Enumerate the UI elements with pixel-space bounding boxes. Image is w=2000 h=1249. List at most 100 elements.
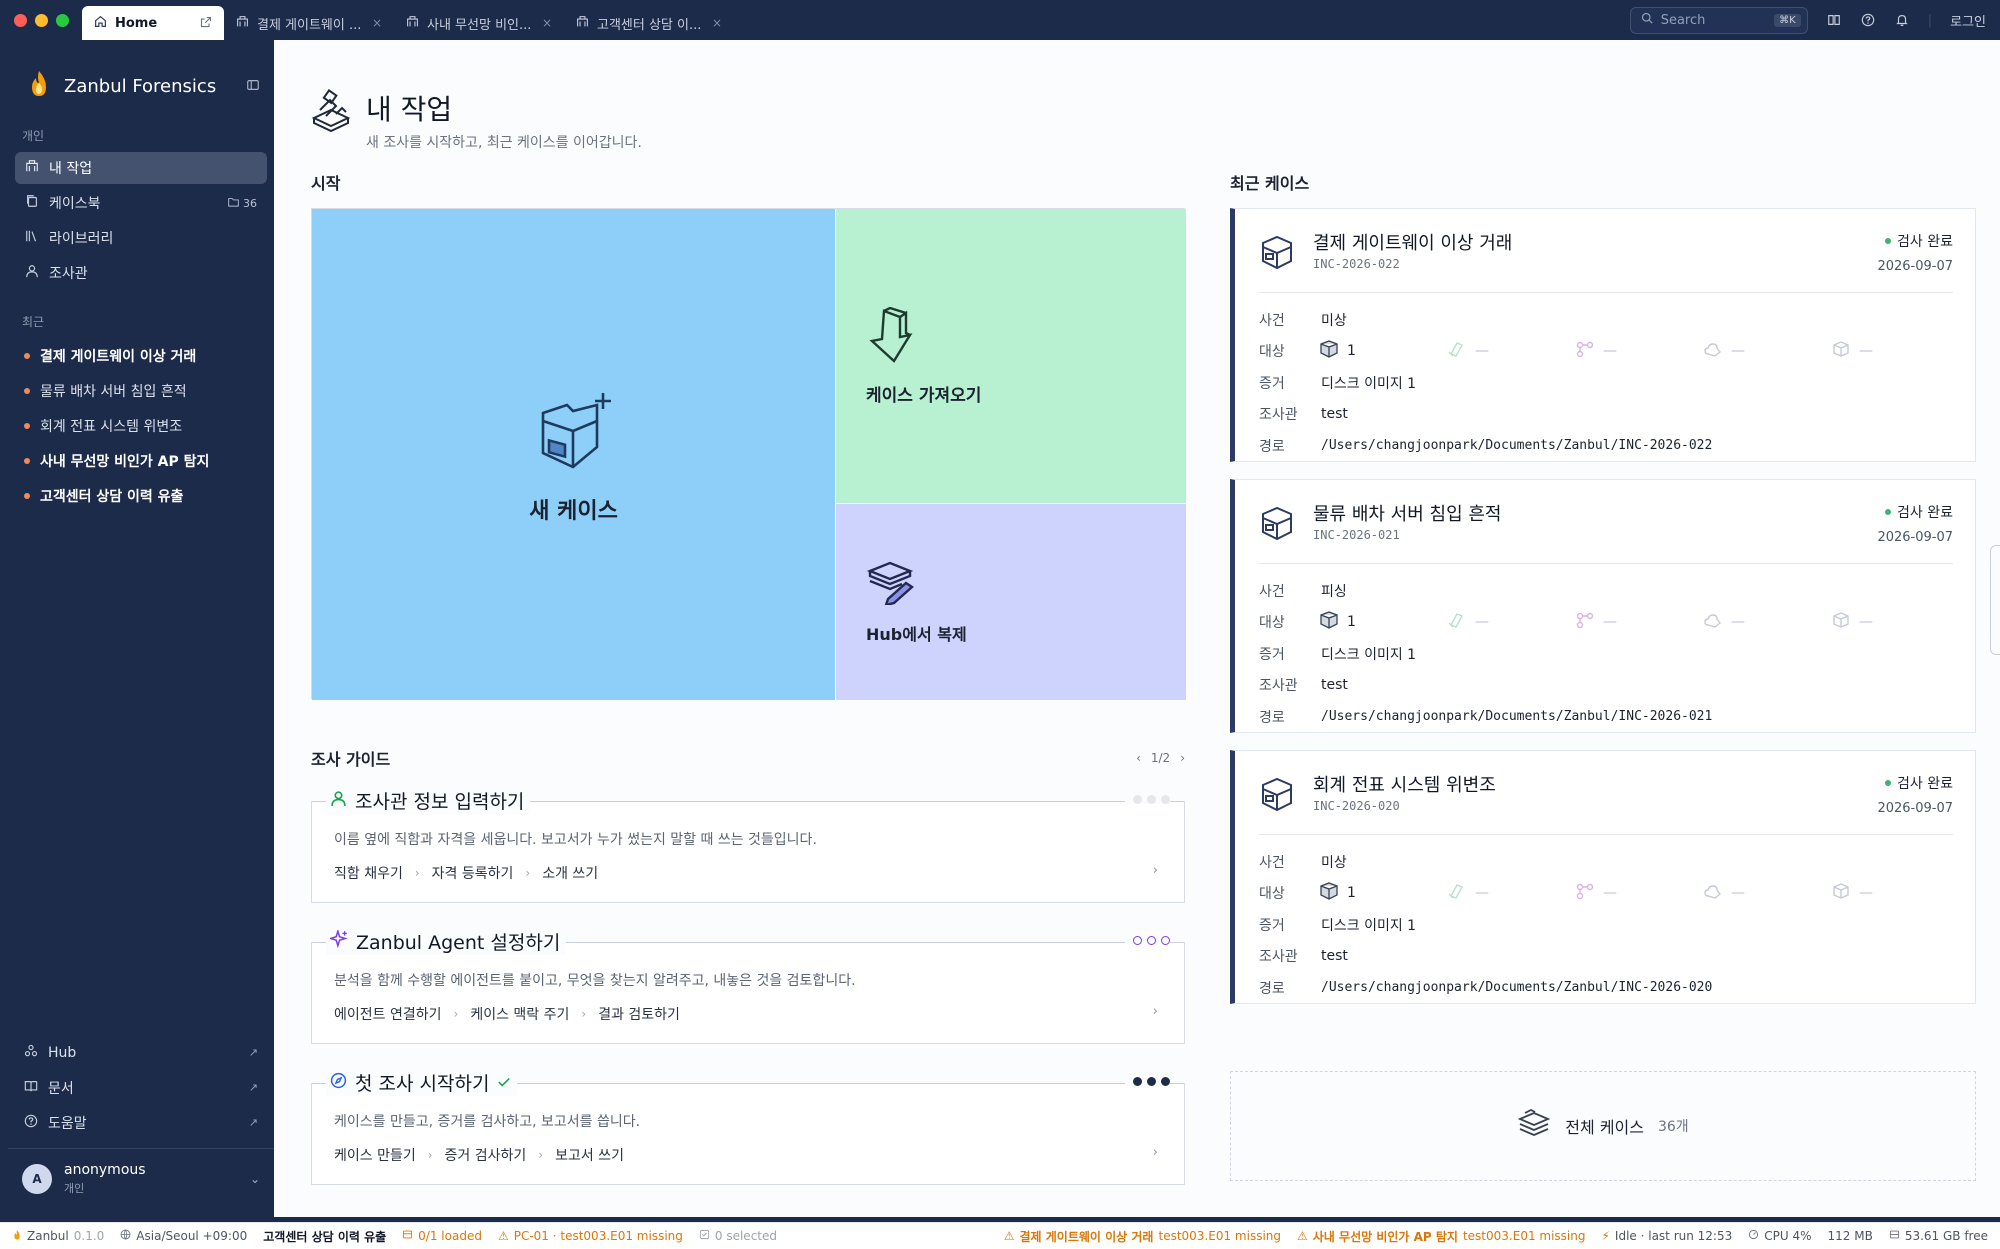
sidebar-collapse-icon[interactable] <box>246 77 260 96</box>
sidebar-item-library[interactable]: 라이브러리 <box>15 222 267 254</box>
recent-case-item[interactable]: 결제 게이트웨이 이상 거래 <box>8 338 274 373</box>
minimize-window-button[interactable] <box>35 13 48 27</box>
all-cases-button[interactable]: 전체 케이스 36개 <box>1230 1071 1976 1181</box>
sidebar-item-my-work[interactable]: 내 작업 <box>15 152 267 184</box>
guide-card-agent[interactable]: Zanbul Agent 설정하기 분석을 함께 수행할 에이전트를 붙이고, … <box>311 928 1185 1044</box>
status-missing[interactable]: ⚠ PC-01 · test003.E01 missing <box>498 1229 683 1243</box>
flame-logo-icon <box>26 69 52 103</box>
chevron-right-icon: › <box>453 1007 459 1021</box>
recent-case-item[interactable]: 물류 배차 서버 침입 흔적 <box>8 373 274 408</box>
sidebar-footer: Hub ↗ 문서 ↗ 도움말 ↗ A anonymous 개인 ⌄ <box>8 1035 274 1208</box>
user-name: anonymous <box>64 1161 146 1178</box>
page-heading: 내 작업 새 조사를 시작하고, 최근 케이스를 이어갑니다. <box>366 88 642 152</box>
warning-icon: ⚠ <box>1297 1229 1308 1243</box>
case-details: 사건 미상 대상 1 — — — — 증거 디스크 이미지 1 조사관 test 경로… <box>1259 304 1959 462</box>
sidebar-link-label: Hub <box>48 1044 77 1061</box>
close-tab-icon[interactable]: × <box>542 16 552 30</box>
guide-step[interactable]: 자격 등록하기 <box>432 863 514 883</box>
guide-step[interactable]: 케이스 만들기 <box>334 1145 416 1165</box>
sidebar-item-casebook[interactable]: 케이스북 36 <box>15 187 267 219</box>
tab-bar: Home 결제 게이트웨이 ... × 사내 무선망 비인... × 고객센터 … <box>82 0 734 40</box>
scroll-handle[interactable] <box>1990 545 2000 655</box>
guide-step[interactable]: 결과 검토하기 <box>598 1004 680 1024</box>
chevron-left-icon[interactable]: ‹ <box>1136 751 1141 765</box>
network-icon <box>1575 882 1595 904</box>
status-timezone[interactable]: Asia/Seoul +09:00 <box>120 1229 247 1243</box>
recent-case-label: 회계 전표 시스템 위변조 <box>40 418 183 435</box>
cpu-icon <box>1748 1229 1759 1243</box>
target-cloud: — <box>1703 340 1831 362</box>
sidebar-item-investigator[interactable]: 조사관 <box>15 257 267 289</box>
cloud-icon <box>1703 611 1723 633</box>
flame-icon <box>12 1229 22 1244</box>
new-case-label: 새 케이스 <box>529 498 618 524</box>
tab-case-wifi[interactable]: 사내 무선망 비인... × <box>394 6 564 40</box>
activity-icon: ⚡ <box>1601 1229 1610 1243</box>
status-text: 검사 완료 <box>1897 776 1953 792</box>
case-card[interactable]: 물류 배차 서버 침입 흔적 INC-2026-021 검사 완료 2026-0… <box>1230 479 1976 733</box>
hub-clone-label: Hub에서 복제 <box>866 625 967 644</box>
sidebar-link-docs[interactable]: 문서 ↗ <box>8 1070 274 1105</box>
guide-step[interactable]: 소개 쓰기 <box>542 863 598 883</box>
current-case[interactable]: 고객센터 상담 이력 유출 <box>263 1228 386 1245</box>
case-name: 물류 배차 서버 침입 흔적 <box>1313 504 1502 525</box>
evidence-value: 디스크 이미지 1 <box>1321 917 1417 934</box>
chevron-right-icon[interactable]: › <box>1180 751 1185 765</box>
guide-card-first-investigation[interactable]: 첫 조사 시작하기 케이스를 만들고, 증거를 검사하고, 보고서를 씁니다. … <box>311 1069 1185 1185</box>
guide-title-text: Zanbul Agent 설정하기 <box>356 932 561 954</box>
zoom-window-button[interactable] <box>56 13 69 27</box>
chevron-right-icon[interactable]: › <box>1153 1004 1158 1019</box>
tab-case-022[interactable]: 결제 게이트웨이 ... × <box>224 6 394 40</box>
new-case-tile[interactable]: 새 케이스 <box>312 209 835 700</box>
sidebar-link-hub[interactable]: Hub ↗ <box>8 1035 274 1070</box>
user-menu[interactable]: A anonymous 개인 ⌄ <box>8 1148 274 1208</box>
guide-card-investigator[interactable]: 조사관 정보 입력하기 이름 옆에 직함과 자격을 세웁니다. 보고서가 누가 … <box>311 787 1185 903</box>
app-version: 0.1.0 <box>73 1229 105 1243</box>
idle-value: Idle · last run 12:53 <box>1614 1229 1733 1243</box>
copy-icon <box>25 194 39 212</box>
label-evidence: 증거 <box>1259 917 1285 934</box>
checkbox-icon <box>699 1229 710 1243</box>
search-input[interactable]: Search ⌘K <box>1629 6 1808 34</box>
guide-step[interactable]: 증거 검사하기 <box>445 1145 527 1165</box>
case-folder-icon <box>1259 775 1295 817</box>
close-tab-icon[interactable]: × <box>372 16 382 30</box>
book-icon[interactable] <box>1826 12 1842 28</box>
hub-icon <box>24 1044 38 1062</box>
status-warning-1[interactable]: ⚠ 결제 게이트웨이 이상 거래 test003.E01 missing <box>1004 1228 1281 1245</box>
target-disk: 1 <box>1319 340 1447 362</box>
guide-step[interactable]: 에이전트 연결하기 <box>334 1004 442 1024</box>
tab-home[interactable]: Home <box>82 6 224 40</box>
guide-step[interactable]: 보고서 쓰기 <box>555 1145 624 1165</box>
guide-section-title: 조사 가이드 <box>311 750 391 769</box>
divider <box>1259 563 1953 564</box>
status-warning-2[interactable]: ⚠ 사내 무선망 비인가 AP 탐지 test003.E01 missing <box>1297 1228 1585 1245</box>
label-investigator: 조사관 <box>1259 949 1298 966</box>
case-card[interactable]: 회계 전표 시스템 위변조 INC-2026-020 검사 완료 2026-09… <box>1230 750 1976 1004</box>
title-bar: Home 결제 게이트웨이 ... × 사내 무선망 비인... × 고객센터 … <box>0 0 2000 40</box>
recent-case-item[interactable]: 회계 전표 시스템 위변조 <box>8 408 274 443</box>
guide-step[interactable]: 직함 채우기 <box>334 863 403 883</box>
recent-dot <box>24 457 30 464</box>
guide-step[interactable]: 케이스 맥락 주기 <box>470 1004 569 1024</box>
bell-icon[interactable] <box>1894 12 1910 28</box>
import-case-tile[interactable]: 케이스 가져오기 <box>835 209 1186 503</box>
close-window-button[interactable] <box>14 13 27 27</box>
loaded-value: 0/1 loaded <box>418 1229 482 1243</box>
recent-case-item[interactable]: 사내 무선망 비인가 AP 탐지 <box>8 443 274 478</box>
recent-case-item[interactable]: 고객센터 상담 이력 유출 <box>8 478 274 513</box>
close-tab-icon[interactable]: × <box>712 16 722 30</box>
tab-case-callcenter[interactable]: 고객센터 상담 이... × <box>564 6 734 40</box>
chevron-right-icon: › <box>427 1148 433 1162</box>
popout-icon[interactable] <box>200 16 212 31</box>
external-link-icon: ↗ <box>248 1116 258 1129</box>
hub-clone-tile[interactable]: Hub에서 복제 <box>835 503 1186 700</box>
chevron-right-icon[interactable]: › <box>1153 863 1158 878</box>
sidebar-link-help[interactable]: 도움말 ↗ <box>8 1105 274 1140</box>
case-card[interactable]: 결제 게이트웨이 이상 거래 INC-2026-022 검사 완료 2026-0… <box>1230 208 1976 462</box>
chevron-right-icon[interactable]: › <box>1153 1145 1158 1160</box>
help-icon[interactable] <box>1860 12 1876 28</box>
chevron-right-icon: › <box>414 866 420 880</box>
login-button[interactable]: 로그인 <box>1950 11 1986 30</box>
case-name: 회계 전표 시스템 위변조 <box>1313 775 1496 796</box>
